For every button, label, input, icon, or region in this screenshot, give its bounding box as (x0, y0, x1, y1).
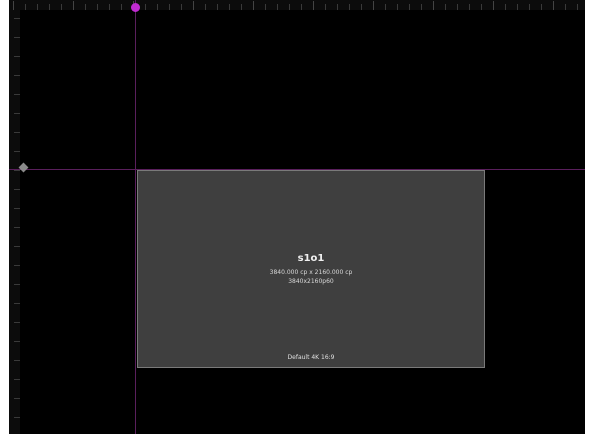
ruler-tick (73, 1, 74, 10)
ruler-tick (14, 132, 20, 133)
ruler-tick (421, 4, 422, 10)
ruler-tick (14, 360, 20, 361)
app-frame: s1o1 3840.000 cp x 2160.000 cp 3840x2160… (0, 0, 594, 434)
ruler-tick (277, 4, 278, 10)
ruler-tick (14, 341, 20, 342)
ruler-tick (577, 4, 578, 10)
ruler-tick (14, 322, 20, 323)
ruler-tick (349, 4, 350, 10)
ruler-tick (145, 4, 146, 10)
screen-title: s1o1 (297, 253, 325, 264)
ruler-tick (529, 4, 530, 10)
ruler-tick (14, 398, 20, 399)
ruler-tick (14, 417, 20, 418)
ruler-tick (14, 37, 20, 38)
ruler-tick (14, 284, 20, 285)
ruler-tick (457, 4, 458, 10)
ruler-tick (14, 94, 20, 95)
ruler-tick (253, 1, 254, 10)
horizontal-guide-handle[interactable] (18, 162, 29, 173)
screen-format-label: 3840x2160p60 (288, 278, 334, 285)
ruler-tick (265, 4, 266, 10)
ruler-tick (289, 4, 290, 10)
ruler-tick (493, 1, 494, 10)
ruler-tick (14, 379, 20, 380)
ruler-tick (385, 4, 386, 10)
ruler-tick (409, 4, 410, 10)
ruler-tick (517, 4, 518, 10)
ruler-tick (14, 18, 20, 19)
ruler-tick (229, 4, 230, 10)
ruler-tick (217, 4, 218, 10)
vertical-ruler[interactable] (9, 10, 20, 434)
ruler-tick (481, 4, 482, 10)
ruler-tick (505, 4, 506, 10)
ruler-tick (85, 4, 86, 10)
screen-preset-label: Default 4K 16:9 (287, 354, 335, 361)
ruler-tick (14, 208, 20, 209)
ruler-tick (14, 113, 20, 114)
ruler-tick (14, 170, 20, 171)
ruler-tick (25, 4, 26, 10)
ruler-tick (205, 4, 206, 10)
ruler-tick (157, 4, 158, 10)
screen-size-label: 3840.000 cp x 2160.000 cp (269, 269, 353, 276)
ruler-tick (313, 1, 314, 10)
ruler-tick (14, 75, 20, 76)
ruler-tick (121, 4, 122, 10)
ruler-tick (565, 4, 566, 10)
ruler-tick (433, 1, 434, 10)
ruler-tick (14, 303, 20, 304)
ruler-tick (14, 246, 20, 247)
ruler-tick (37, 4, 38, 10)
ruler-tick (337, 4, 338, 10)
ruler-tick (553, 1, 554, 10)
ruler-tick (301, 4, 302, 10)
ruler-tick (49, 4, 50, 10)
vertical-guide-handle[interactable] (131, 3, 140, 12)
ruler-tick (14, 265, 20, 266)
ruler-tick (445, 4, 446, 10)
ruler-tick (14, 151, 20, 152)
ruler-tick (541, 4, 542, 10)
ruler-tick (13, 1, 14, 10)
ruler-tick (193, 1, 194, 10)
ruler-tick (109, 4, 110, 10)
ruler-tick (241, 4, 242, 10)
ruler-tick (97, 4, 98, 10)
ruler-tick (181, 4, 182, 10)
vertical-guide-line[interactable] (135, 0, 136, 434)
ruler-tick (14, 227, 20, 228)
ruler-tick (169, 4, 170, 10)
ruler-tick (14, 56, 20, 57)
output-screen[interactable]: s1o1 3840.000 cp x 2160.000 cp 3840x2160… (137, 170, 485, 368)
ruler-tick (361, 4, 362, 10)
ruler-tick (397, 4, 398, 10)
ruler-tick (373, 1, 374, 10)
ruler-tick (14, 189, 20, 190)
ruler-tick (61, 4, 62, 10)
ruler-tick (325, 4, 326, 10)
canvas-workspace[interactable]: s1o1 3840.000 cp x 2160.000 cp 3840x2160… (9, 0, 585, 434)
ruler-tick (469, 4, 470, 10)
horizontal-ruler[interactable] (9, 0, 585, 10)
